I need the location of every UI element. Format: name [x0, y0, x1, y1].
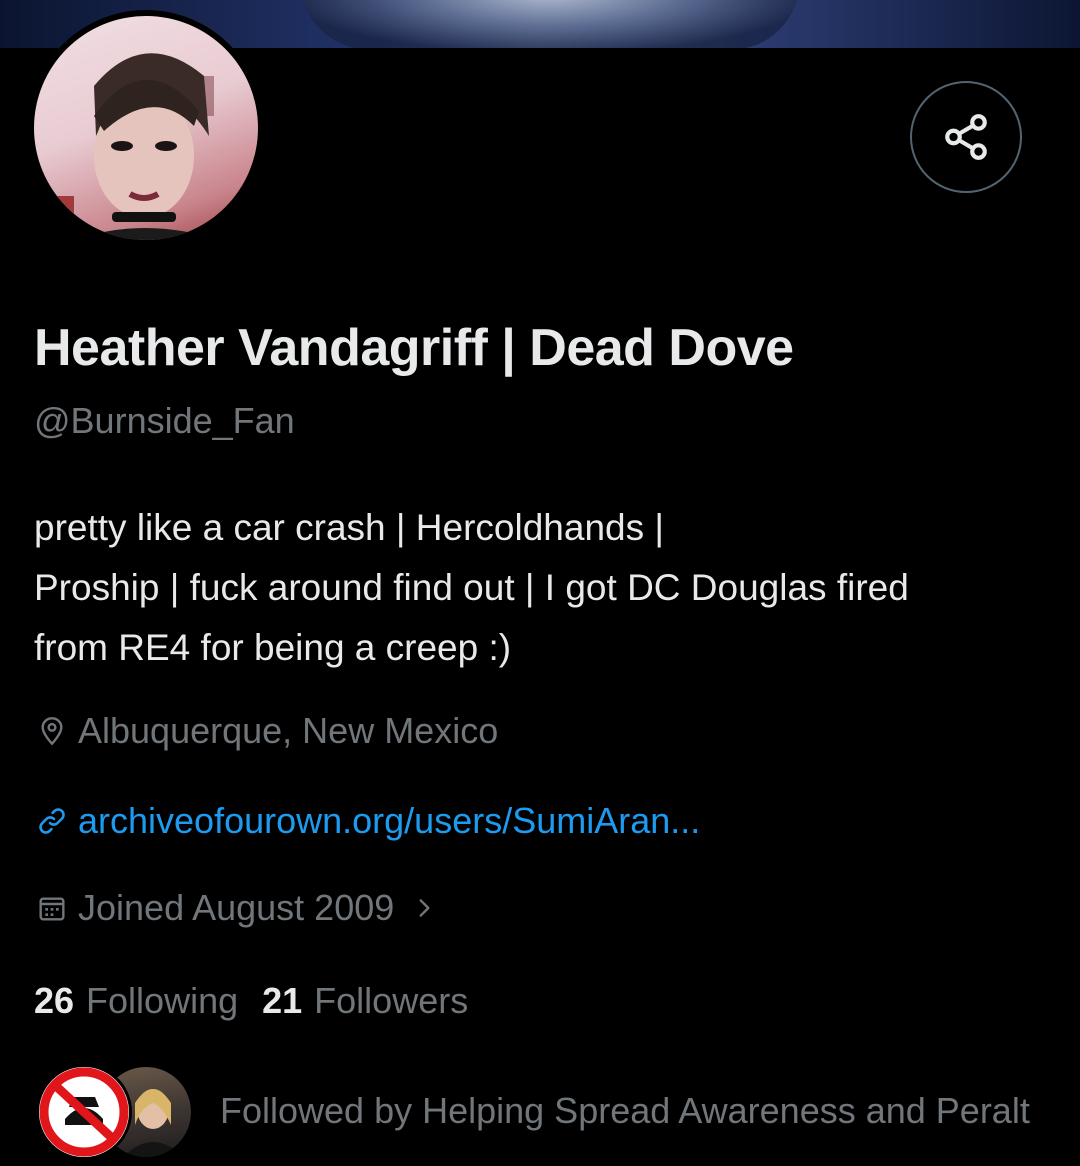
share-button[interactable] — [910, 81, 1022, 193]
avatar-portrait — [34, 53, 219, 240]
share-icon — [945, 114, 987, 160]
website-link[interactable]: archiveofourown.org/users/SumiAran... — [78, 800, 700, 842]
following-count: 26 — [34, 980, 75, 1021]
link-icon — [34, 803, 70, 839]
user-handle: @Burnside_Fan — [34, 400, 295, 441]
following-label: Following — [86, 980, 239, 1021]
location-text: Albuquerque, New Mexico — [78, 710, 499, 751]
display-name: Heather Vandagriff | Dead Dove — [34, 319, 794, 377]
location-row: Albuquerque, New Mexico — [34, 710, 498, 752]
bio-line: pretty like a car crash | Hercoldhands | — [34, 507, 664, 548]
profile-bio: pretty like a car crash | Hercoldhands |… — [34, 498, 1044, 678]
chevron-right-icon — [406, 890, 442, 926]
bio-line: from RE4 for being a creep :) — [34, 627, 512, 668]
profile-avatar[interactable] — [28, 10, 264, 246]
joined-row[interactable]: Joined August 2009 — [34, 887, 450, 929]
follow-stats: 26 Following 21 Followers — [34, 980, 492, 1022]
banner-image-figure — [300, 0, 800, 48]
no-spy-icon — [39, 1067, 129, 1157]
joined-date: Joined August 2009 — [78, 887, 395, 928]
followers-count: 21 — [262, 980, 303, 1021]
location-pin-icon — [34, 713, 70, 749]
following-stat[interactable]: 26 Following — [34, 980, 238, 1022]
followers-stat[interactable]: 21 Followers — [262, 980, 468, 1022]
calendar-icon — [34, 890, 70, 926]
follower-avatar — [36, 1064, 132, 1160]
followed-by-row[interactable]: Followed by Helping Spread Awareness and… — [36, 1064, 1076, 1160]
bio-line: Proship | fuck around find out | I got D… — [34, 567, 909, 608]
followed-by-text: Followed by Helping Spread Awareness and… — [220, 1090, 1030, 1131]
avatar-photo — [34, 16, 258, 240]
website-row[interactable]: archiveofourown.org/users/SumiAran... — [34, 800, 700, 842]
followers-label: Followers — [314, 980, 469, 1021]
